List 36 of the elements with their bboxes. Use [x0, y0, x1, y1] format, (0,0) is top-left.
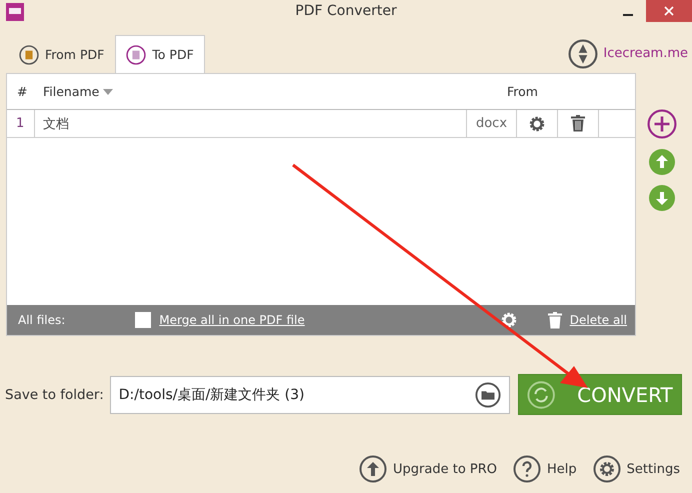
trash-icon[interactable] — [571, 115, 585, 132]
settings-icon[interactable] — [500, 311, 518, 329]
sort-caret-icon — [103, 88, 114, 94]
folder-path-field[interactable]: D:/tools/桌面/新建文件夹 (3) — [110, 376, 510, 414]
settings-icon[interactable] — [528, 114, 546, 132]
column-header[interactable]: Filename — [43, 84, 505, 99]
add-icon — [647, 109, 677, 139]
tab[interactable]: To PDF — [115, 35, 205, 73]
app-logo-icon — [6, 3, 24, 21]
settings-icon — [592, 455, 621, 483]
footer-link[interactable]: Help — [513, 455, 577, 483]
minimize-icon — [623, 14, 633, 16]
column-header: From — [506, 84, 539, 99]
close-button[interactable] — [646, 0, 692, 22]
website-link[interactable]: Icecream.me — [603, 46, 688, 61]
column-header: # — [16, 84, 28, 99]
table-cell: docx — [467, 110, 517, 137]
close-icon — [664, 6, 674, 16]
merge-checkbox[interactable] — [135, 312, 152, 328]
upload-icon — [359, 455, 388, 483]
table-cell: 文档 — [35, 110, 467, 137]
window-title: PDF Converter — [295, 3, 397, 19]
refresh-icon — [526, 380, 556, 410]
folder-icon — [474, 382, 501, 408]
table-cell: 1 — [7, 110, 35, 137]
save-folder-label: Save to folder: — [5, 386, 104, 402]
move-down-icon[interactable] — [649, 185, 675, 211]
footer-link[interactable]: Upgrade to PRO — [359, 455, 498, 483]
merge-link[interactable]: Merge all in one PDF file — [159, 313, 305, 327]
trash-icon[interactable] — [548, 312, 562, 328]
tab[interactable]: From PDF — [8, 35, 116, 73]
all-files-label: All files: — [18, 313, 66, 327]
help-icon — [513, 455, 542, 483]
footer-link[interactable]: Settings — [592, 455, 680, 483]
delete-all-link[interactable]: Delete all — [570, 313, 627, 327]
move-up-icon[interactable] — [649, 149, 675, 175]
